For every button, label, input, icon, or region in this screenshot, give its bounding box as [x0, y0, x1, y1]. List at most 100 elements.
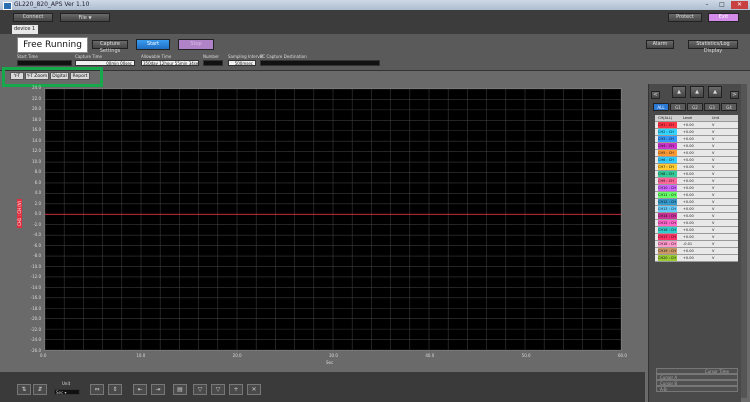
channel-tab-g3[interactable]: G3	[704, 103, 720, 111]
unit-value: Sec	[56, 390, 64, 395]
protect-button[interactable]: Protect	[668, 13, 702, 22]
channel-name: CH8 : CH 8	[658, 171, 677, 182]
y-tick-label: 0.0	[34, 211, 41, 217]
capture-settings-button[interactable]: Capture Settings	[92, 40, 128, 54]
panel-graph-icon-1[interactable]: ▲	[672, 86, 686, 98]
exit-button[interactable]: Exit	[708, 13, 739, 22]
y-tick-label: -26.0	[30, 348, 41, 353]
ch-zoom-icon-2[interactable]: ⇵	[33, 384, 47, 395]
time-zoom-icon-1[interactable]: ⇔	[90, 384, 104, 395]
y-tick-label: 4.0	[34, 190, 41, 196]
yt-graph[interactable]	[44, 88, 622, 351]
channel-row[interactable]: CH13 : CH +0.00 V	[655, 206, 738, 213]
channel-row[interactable]: CH3 : CH 3 +0.00 V	[655, 136, 738, 147]
capture-destination-field[interactable]	[260, 60, 380, 66]
channel-row[interactable]: CH10 : CH +0.00 V	[655, 185, 738, 192]
channel-level: +0.00	[683, 256, 694, 260]
scroll-end-icon[interactable]: ⇥	[151, 384, 165, 395]
channel-name: CH9 : CH 9	[658, 178, 677, 189]
channel-level: +0.00	[683, 165, 694, 169]
capture-destination-label: PC Capture Destination	[260, 54, 307, 59]
channel-row[interactable]: CH5 : CH 5 +0.00 V	[655, 150, 738, 161]
unit-label: Unit	[62, 381, 71, 386]
channel-name: CH1 : CH 1	[658, 122, 677, 133]
channel-level: +0.00	[683, 193, 694, 197]
y-tick-label: -20.0	[30, 316, 41, 322]
channel-unit: V	[712, 144, 715, 148]
panel-left-arrow-icon[interactable]: <	[651, 91, 660, 99]
scroll-start-icon[interactable]: ⇤	[133, 384, 147, 395]
time-zoom-icon-2[interactable]: ⇕	[108, 384, 122, 395]
x-tick-label: 60.0	[618, 353, 627, 358]
cursor-a-icon[interactable]: ▽	[193, 384, 207, 395]
channel-tab-g4[interactable]: G4	[721, 103, 737, 111]
cursor-table: Cursor Time Cursor A Cursor B A-B	[656, 368, 738, 392]
minimize-button[interactable]: –	[700, 1, 714, 9]
channel-unit: V	[712, 228, 715, 232]
ch-zoom-icon-1[interactable]: ⇅	[17, 384, 31, 395]
capture-time-field: 00min 00sec	[75, 60, 135, 66]
cursor-cross-icon[interactable]: +	[229, 384, 243, 395]
channel-row[interactable]: CH15 : CH +0.00 V	[655, 220, 738, 227]
close-button[interactable]: ✕	[731, 1, 748, 9]
channel-row[interactable]: CH19 : CH +0.00 V	[655, 248, 738, 255]
grid-toggle-icon[interactable]: ▤	[173, 384, 187, 395]
y-tick-label: -6.0	[33, 242, 41, 248]
channel-row[interactable]: CH16 : CH +0.00 V	[655, 227, 738, 234]
channel-row[interactable]: CH12 : CH +0.00 V	[655, 199, 738, 206]
channel-row[interactable]: CH4 : CH 4 +0.00 V	[655, 143, 738, 154]
channel-tab-g2[interactable]: G2	[687, 103, 703, 111]
header-level: Level	[683, 116, 693, 120]
channel-row[interactable]: CH18 : CH -0.01 V	[655, 241, 738, 248]
channel-name: CH7 : CH 7	[658, 164, 677, 175]
channel-level: +0.00	[683, 235, 694, 239]
maximize-button[interactable]: □	[715, 1, 729, 9]
stop-button[interactable]: Stop	[178, 39, 214, 50]
cursor-b-icon[interactable]: ▽	[211, 384, 225, 395]
channel-row[interactable]: CH11 : CH +0.00 V	[655, 192, 738, 199]
channel-row[interactable]: CH2 : CH 2 +0.00 V	[655, 129, 738, 140]
channel-row[interactable]: CH8 : CH 8 +0.00 V	[655, 171, 738, 182]
graph-grid	[45, 89, 621, 350]
y-tick-label: -18.0	[30, 305, 41, 311]
allowable-time-field: 350day 12hour 55min 34sec	[141, 60, 199, 66]
channel-name: CH5 : CH 5	[658, 150, 677, 161]
device-tab-row	[0, 24, 750, 34]
y-tick-label: -8.0	[33, 253, 41, 259]
y-tick-label: -12.0	[30, 274, 41, 280]
y-tick-label: -14.0	[30, 284, 41, 290]
channel-unit: V	[712, 235, 715, 239]
channel-row[interactable]: CH17 : CH +0.00 V	[655, 234, 738, 241]
channel-row[interactable]: CH7 : CH 7 +0.00 V	[655, 164, 738, 175]
y-tick-label: 14.0	[32, 137, 41, 143]
channel-name: CH19 : CH	[658, 248, 677, 254]
channel-row[interactable]: CH14 : CH +0.00 V	[655, 213, 738, 220]
statistics-button[interactable]: Statistics/Log Display	[688, 40, 738, 54]
channel-name: CH17 : CH	[658, 234, 677, 240]
panel-right-arrow-icon[interactable]: >	[730, 91, 739, 99]
menu-row	[0, 10, 750, 24]
channel-level: +0.00	[683, 214, 694, 218]
alarm-button[interactable]: Alarm	[646, 40, 674, 49]
start-time-label: Start Time	[17, 54, 38, 59]
unit-select[interactable]: Sec ▾	[54, 389, 80, 395]
channel-tab-g1[interactable]: G1	[670, 103, 686, 111]
y-tick-label: 16.0	[32, 127, 41, 133]
channel-row[interactable]: CH1 : CH 1 +0.00 V	[655, 122, 738, 133]
y-tick-label: -4.0	[33, 232, 41, 238]
sampling-interval-field: 500msec	[228, 60, 256, 66]
tab-device-1[interactable]: device 1	[12, 25, 38, 34]
file-button[interactable]: File ▼	[60, 13, 110, 22]
panel-graph-icon-2[interactable]: ▲	[690, 86, 704, 98]
right-scrollbar[interactable]	[741, 84, 747, 398]
cursor-clear-icon[interactable]: ✕	[247, 384, 261, 395]
channel-row[interactable]: CH9 : CH 9 +0.00 V	[655, 178, 738, 189]
channel-tab-all[interactable]: ALL	[653, 103, 669, 111]
channel-row[interactable]: CH20 : CH +0.00 V	[655, 255, 738, 262]
number-field[interactable]	[203, 60, 223, 66]
channel-level: +0.00	[683, 228, 694, 232]
connect-button[interactable]: Connect	[13, 13, 53, 22]
panel-graph-icon-3[interactable]: ▲	[708, 86, 722, 98]
start-button[interactable]: Start	[136, 39, 170, 50]
channel-row[interactable]: CH6 : CH 6 +0.00 V	[655, 157, 738, 168]
